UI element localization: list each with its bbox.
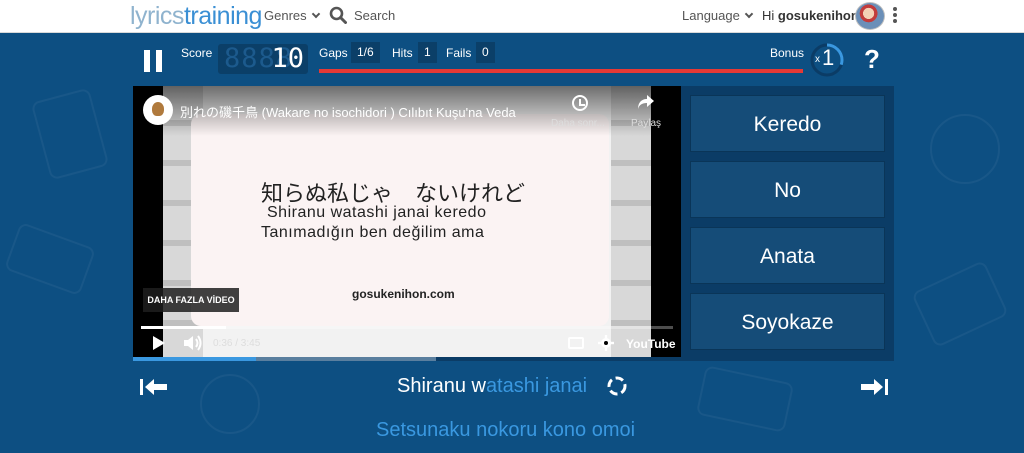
score-display: 8888 10 [218,44,308,74]
clock-icon[interactable] [572,95,588,111]
hits-label: Hits [392,46,413,60]
next-line-icon[interactable] [860,377,888,397]
song-buffer-bar [256,357,436,361]
score-value: 10 [271,44,304,74]
watch-later-label[interactable]: Daha sonr... [551,118,605,129]
fails-value: 0 [476,42,495,63]
hits-value: 1 [418,42,437,63]
genres-menu[interactable]: Genres [264,8,320,23]
more-options-icon[interactable] [892,7,898,25]
more-videos-button[interactable]: DAHA FAZLA VİDEO [143,288,239,312]
previous-line-icon[interactable] [140,377,168,397]
language-menu[interactable]: Language [682,8,754,23]
volume-icon[interactable] [183,335,203,351]
answer-option-3[interactable]: Anata [690,227,885,284]
gear-icon[interactable] [598,335,614,351]
logo-accent-text: training [183,2,263,30]
timer-bar [319,69,803,73]
chevron-down-icon [311,9,320,19]
greeting-prefix: Hi [762,8,778,23]
share-label[interactable]: Paylaş [631,118,661,129]
logo-main-text: lyrics [130,2,184,30]
channel-icon[interactable] [143,95,173,125]
gaps-label: Gaps [319,46,348,60]
bonus-multiplier-prefix: x [815,54,820,65]
language-label: Language [682,8,740,23]
song-progress-bar[interactable] [133,357,894,361]
avatar[interactable] [855,2,885,30]
top-navbar: lyricstraining Genres Search Language Hi… [0,0,1024,33]
user-greeting[interactable]: Hi gosukenihon! [762,8,863,23]
video-lyric-translation: Tanımadığın ben değilim ama [261,224,485,241]
background-doodle [200,374,260,434]
video-lyric-romaji: Shiranu watashi janai keredo [267,204,487,221]
gaps-value: 1/6 [351,42,380,63]
current-lyric-gap: atashi janai [485,375,588,397]
bonus-label: Bonus [770,46,805,60]
search-icon[interactable] [329,6,347,24]
current-lyric-line: Shiranu watashi janai [397,375,587,398]
subtitles-icon[interactable] [568,337,584,349]
background-doodle [3,221,97,297]
background-doodle [695,365,795,433]
answer-option-1[interactable]: Keredo [690,95,885,152]
background-doodle [930,114,1000,184]
fails-label: Fails [446,46,472,60]
youtube-seek-bar[interactable] [141,326,673,329]
bonus-value: 1 [822,45,835,70]
youtube-logo[interactable]: YouTube [626,337,676,351]
play-icon[interactable] [153,336,165,350]
next-lyric-line: Setsunaku nokoru kono omoi [376,419,636,441]
username: gosukenihon! [777,8,864,23]
background-doodle [30,87,110,181]
song-progress-fill [133,357,257,361]
score-label: Score [181,46,213,60]
current-lyric-typed: Shiranu w [397,375,486,397]
video-watermark: gosukenihon.com [352,287,455,301]
answer-option-4[interactable]: Soyokaze [690,293,885,350]
answer-option-2[interactable]: No [690,161,885,218]
loading-spinner-icon [607,376,627,396]
video-title[interactable]: 別れの磯千鳥 (Wakare no isochidori ) Cılıbıt K… [180,102,516,121]
youtube-time: 0:36 / 3:45 [213,338,261,349]
share-icon[interactable] [637,94,655,110]
youtube-seek-fill [141,326,227,329]
search-link[interactable]: Search [354,8,395,23]
background-doodle [911,259,1009,349]
pause-button[interactable] [144,50,162,72]
lyricstraining-logo[interactable]: lyricstraining [130,2,262,31]
answer-panel: Keredo No Anata Soyokaze [681,86,894,360]
help-button[interactable]: ? [864,44,880,75]
video-player[interactable]: 知らぬ私じゃ ないけれど Shiranu watashi janai kered… [133,86,681,360]
chevron-down-icon [744,9,754,19]
genres-label: Genres [264,8,307,23]
